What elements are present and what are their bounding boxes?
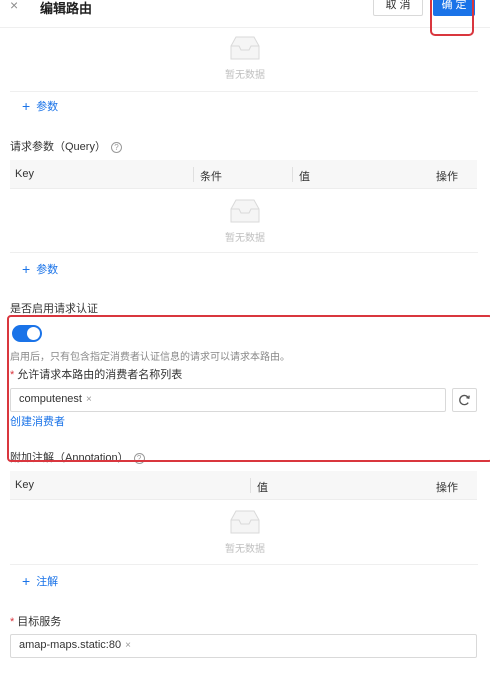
divider <box>10 91 478 92</box>
add-annotation-label: 注解 <box>36 576 59 588</box>
auth-toggle[interactable] <box>12 325 42 342</box>
column-divider <box>193 167 194 182</box>
target-service-label: * 目标服务 <box>10 613 61 629</box>
annotation-section-title: 附加注解（Annotation）? <box>10 449 145 465</box>
empty-text: 暂无数据 <box>225 233 265 244</box>
tag-close-icon[interactable]: × <box>86 394 92 405</box>
annotation-empty-state: 暂无数据 <box>200 506 290 555</box>
service-tag: amap-maps.static:80 × <box>19 639 131 651</box>
add-annotation-button[interactable]: + 注解 <box>22 573 58 589</box>
required-mark: * <box>10 369 15 381</box>
empty-inbox-icon <box>230 199 260 223</box>
close-icon[interactable]: × <box>10 0 18 13</box>
plus-icon: + <box>22 573 31 589</box>
consumers-label-text: 允许请求本路由的消费者名称列表 <box>17 369 183 381</box>
drawer-title: 编辑路由 <box>40 1 93 16</box>
column-divider <box>292 167 293 182</box>
divider <box>10 564 478 565</box>
refresh-icon <box>459 394 470 406</box>
add-param-button[interactable]: + 参数 <box>22 98 58 114</box>
empty-inbox-icon <box>230 510 260 534</box>
auth-section-title: 是否启用请求认证 <box>10 303 98 315</box>
plus-icon: + <box>22 98 31 114</box>
column-action: 操作 <box>436 482 458 494</box>
service-tag-text: amap-maps.static:80 <box>19 639 122 651</box>
refresh-button[interactable] <box>452 388 477 412</box>
required-mark: * <box>10 616 15 628</box>
column-value: 值 <box>299 171 310 183</box>
query-table-header: Key 条件 值 操作 <box>10 160 477 189</box>
annotation-title-text: 附加注解（Annotation） <box>10 452 129 464</box>
drawer-header: × 编辑路由 取 消 确 定 <box>0 0 490 28</box>
empty-text: 暂无数据 <box>225 70 265 81</box>
target-service-label-text: 目标服务 <box>17 616 62 628</box>
divider <box>10 252 478 253</box>
query-empty-state: 暂无数据 <box>200 195 290 244</box>
empty-text: 暂无数据 <box>225 544 265 555</box>
help-circle-icon[interactable]: ? <box>133 453 145 464</box>
consumers-select[interactable]: computenest × <box>10 388 446 412</box>
add-query-param-label: 参数 <box>36 264 59 276</box>
add-param-label: 参数 <box>36 101 59 113</box>
cancel-button[interactable]: 取 消 <box>373 0 423 16</box>
help-circle-icon[interactable]: ? <box>110 142 122 153</box>
column-condition: 条件 <box>200 171 222 183</box>
column-key: Key <box>15 479 34 491</box>
params-empty-state: 暂无数据 <box>200 32 290 81</box>
column-action: 操作 <box>436 171 458 183</box>
column-value: 值 <box>257 482 268 494</box>
consumers-label: * 允许请求本路由的消费者名称列表 <box>10 366 182 382</box>
add-query-param-button[interactable]: + 参数 <box>22 261 58 277</box>
consumer-tag: computenest × <box>19 393 92 405</box>
column-key: Key <box>15 168 34 180</box>
query-title-text: 请求参数（Query） <box>10 141 106 153</box>
target-service-select[interactable]: amap-maps.static:80 × <box>10 634 477 658</box>
query-section-title: 请求参数（Query）? <box>10 138 122 154</box>
create-consumer-link[interactable]: 创建消费者 <box>10 413 65 429</box>
annotation-table-header: Key 值 操作 <box>10 471 477 500</box>
toggle-knob <box>27 327 40 340</box>
confirm-button[interactable]: 确 定 <box>433 0 475 16</box>
consumer-tag-text: computenest <box>19 393 82 405</box>
empty-inbox-icon <box>230 36 260 60</box>
plus-icon: + <box>22 261 31 277</box>
auth-description: 启用后，只有包含指定消费者认证信息的请求可以请求本路由。 <box>10 352 290 363</box>
column-divider <box>250 478 251 493</box>
tag-close-icon[interactable]: × <box>125 640 131 651</box>
